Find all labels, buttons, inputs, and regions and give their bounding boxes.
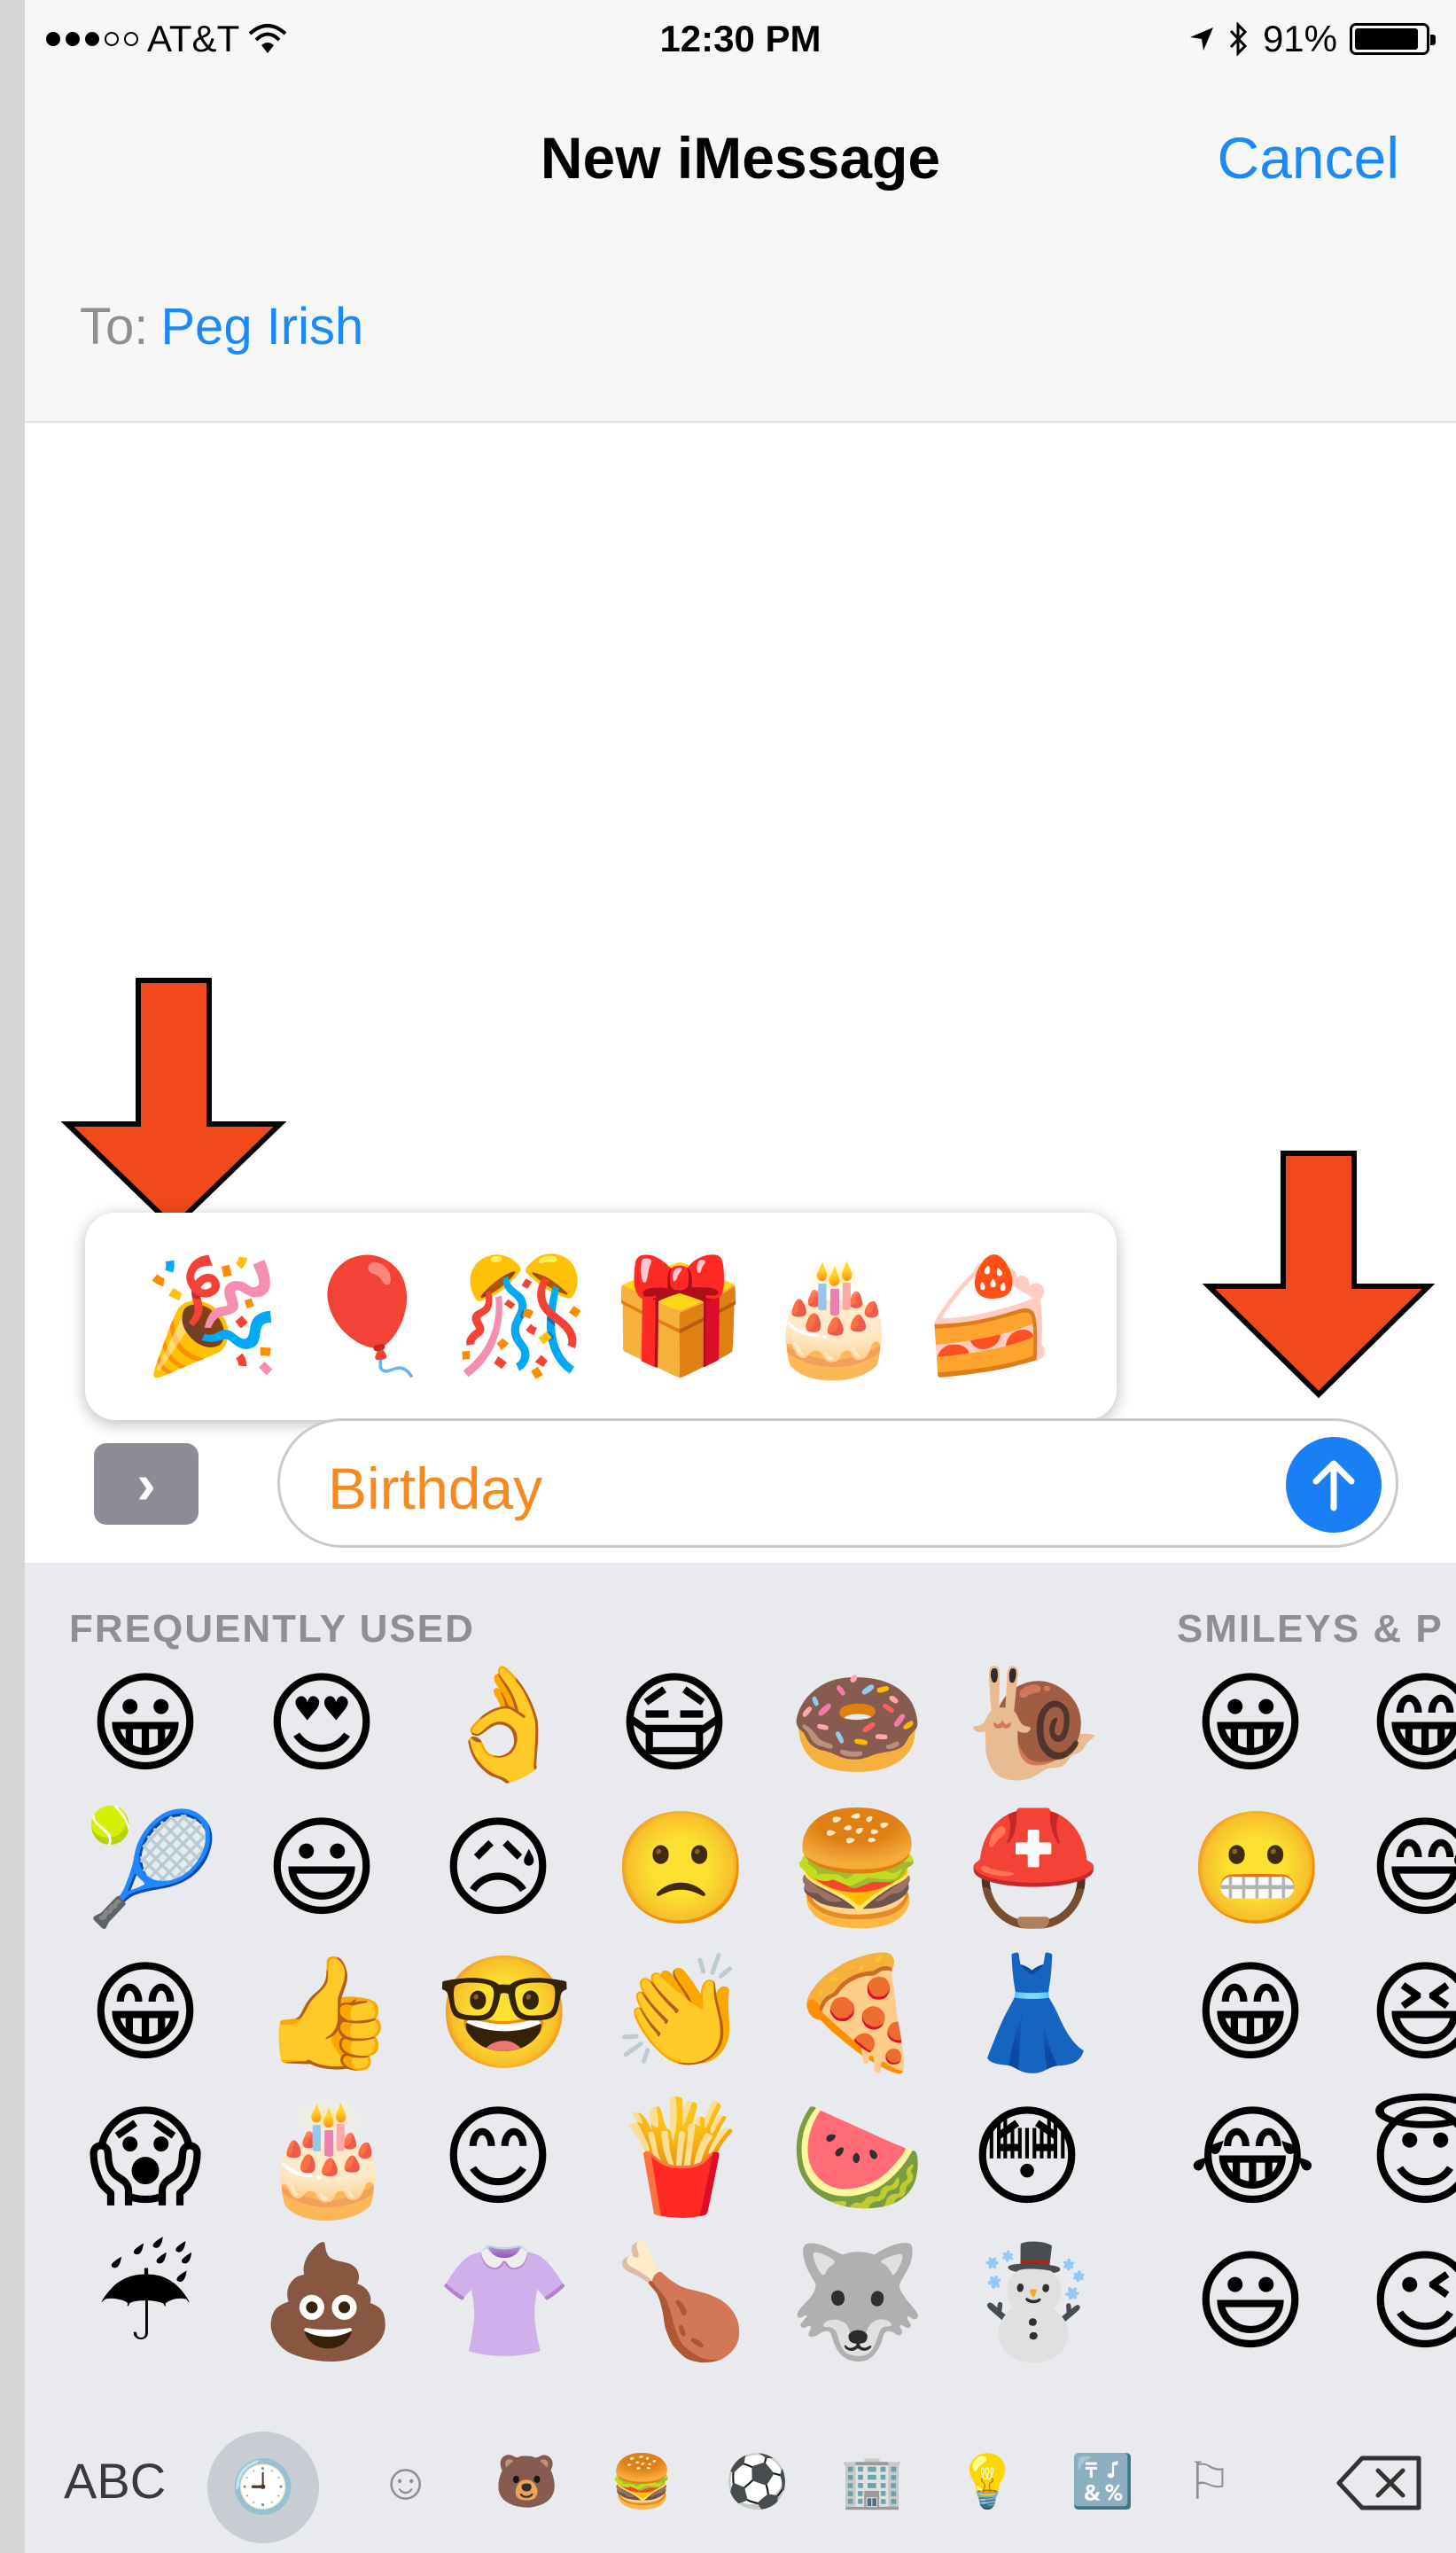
frequent-emoji-key[interactable]: 😀 bbox=[83, 1669, 207, 1779]
recent-tab-clock-icon[interactable]: 🕘 bbox=[207, 2432, 319, 2543]
recipient-name[interactable]: Peg Irish bbox=[160, 298, 363, 355]
smiley-emoji-key[interactable]: 😅 bbox=[1363, 1814, 1456, 1924]
frequent-emoji-key[interactable]: 🍩 bbox=[789, 1669, 925, 1779]
send-button[interactable] bbox=[1286, 1437, 1382, 1533]
frequent-emoji-key[interactable]: 🍕 bbox=[789, 1958, 925, 2068]
frequent-emoji-key[interactable]: 😷 bbox=[612, 1669, 736, 1779]
suggestion-party-popper[interactable]: 🎉 bbox=[143, 1261, 282, 1372]
smiley-emoji-key[interactable]: 😇 bbox=[1363, 2103, 1456, 2213]
frequent-emoji-key[interactable]: 😊 bbox=[436, 2103, 560, 2213]
header-area: AT&T 12:30 PM 91% New iMessage Cancel To… bbox=[25, 0, 1456, 423]
frequent-emoji-key[interactable]: 👍 bbox=[260, 1958, 396, 2068]
frequent-emoji-key[interactable]: 😱 bbox=[83, 2103, 207, 2213]
symbols-tab-icon[interactable]: 🔣 bbox=[1071, 2456, 1134, 2508]
smiley-emoji-key[interactable]: 😆 bbox=[1363, 1958, 1456, 2068]
food-tab-icon[interactable]: 🍔 bbox=[610, 2456, 673, 2508]
objects-tab-icon[interactable]: 💡 bbox=[955, 2456, 1019, 2508]
frequent-emoji-key[interactable]: 😍 bbox=[260, 1669, 384, 1779]
smiley-emoji-key[interactable]: 😂 bbox=[1188, 2103, 1317, 2213]
to-field[interactable]: To: Peg Irish bbox=[80, 297, 363, 356]
frequent-emoji-key[interactable]: 🍟 bbox=[612, 2103, 749, 2213]
suggestion-gift[interactable]: 🎁 bbox=[609, 1261, 748, 1372]
frequent-emoji-key[interactable]: 🍔 bbox=[789, 1814, 925, 1924]
smileys-tab-icon[interactable]: ☺ bbox=[379, 2456, 432, 2508]
status-right: 91% bbox=[1188, 18, 1436, 60]
smiley-emoji-key[interactable]: 😉 bbox=[1363, 2247, 1456, 2357]
battery-icon bbox=[1350, 23, 1436, 55]
frequent-emoji-key[interactable]: 🙁 bbox=[612, 1814, 749, 1924]
cancel-button[interactable]: Cancel bbox=[1218, 124, 1399, 191]
activity-tab-icon[interactable]: ⚽ bbox=[725, 2456, 789, 2508]
travel-tab-icon[interactable]: 🏢 bbox=[840, 2456, 904, 2508]
flags-tab-icon[interactable]: ⚐ bbox=[1186, 2456, 1232, 2508]
frequent-emoji-key[interactable]: 🐺 bbox=[789, 2247, 925, 2357]
message-input[interactable]: Birthday bbox=[277, 1418, 1398, 1548]
arrow-annotation-right bbox=[1202, 1151, 1436, 1399]
animals-tab-icon[interactable]: 🐻 bbox=[494, 2456, 558, 2508]
frequent-emoji-key[interactable]: 👏 bbox=[612, 1958, 749, 2068]
to-label: To: bbox=[80, 298, 149, 355]
smiley-emoji-key[interactable]: 😬 bbox=[1188, 1814, 1325, 1924]
emoji-keyboard: FREQUENTLY USED SMILEYS & P 😀 😍 👌 😷 🍩 🐌 🎾 😃 😥 🙁 🍔 ⛑… bbox=[25, 1563, 1456, 2553]
smiley-emoji-key[interactable]: 😀 bbox=[1188, 1669, 1312, 1779]
keyboard-bottom-bar: ABC 🕘 ☺ 🐻 🍔 ⚽ 🏢 💡 🔣 ⚐ bbox=[25, 2423, 1456, 2553]
smiley-emoji-key[interactable]: 😁 bbox=[1363, 1669, 1456, 1779]
frequent-emoji-key[interactable]: 🍉 bbox=[789, 2103, 925, 2213]
suggestion-birthday-cake[interactable]: 🎂 bbox=[765, 1261, 904, 1372]
message-input-text: Birthday bbox=[328, 1456, 543, 1521]
frequent-emoji-key[interactable]: ⛑️ bbox=[965, 1814, 1102, 1924]
frequent-emoji-key[interactable]: 👌 bbox=[436, 1669, 572, 1779]
frequent-emoji-key[interactable]: 😁 bbox=[83, 1958, 207, 2068]
suggestion-shortcake[interactable]: 🍰 bbox=[920, 1261, 1059, 1372]
abc-key[interactable]: ABC bbox=[64, 2456, 166, 2506]
delete-key-icon[interactable] bbox=[1335, 2455, 1424, 2511]
bluetooth-icon bbox=[1229, 21, 1248, 57]
frequent-emoji-key[interactable]: 🤓 bbox=[436, 1958, 572, 2068]
battery-percent: 91% bbox=[1262, 18, 1337, 59]
emoji-suggestions: 🎉 🎈 🎊 🎁 🎂 🍰 bbox=[85, 1213, 1117, 1420]
frequent-emoji-key[interactable]: ☃️ bbox=[965, 2247, 1102, 2357]
frequent-emoji-key[interactable]: 💩 bbox=[260, 2247, 396, 2357]
frequent-emoji-key[interactable]: 👚 bbox=[436, 2247, 572, 2357]
arrow-up-icon bbox=[1312, 1460, 1355, 1511]
frequent-emoji-key[interactable]: 😳 bbox=[965, 2103, 1089, 2213]
frequent-emoji-key[interactable]: ☔ bbox=[83, 2247, 207, 2357]
section-smileys: SMILEYS & P bbox=[1177, 1607, 1444, 1651]
suggestion-balloon[interactable]: 🎈 bbox=[299, 1261, 438, 1372]
frequent-emoji-key[interactable]: 🎂 bbox=[260, 2103, 396, 2213]
frequent-emoji-key[interactable]: 😥 bbox=[436, 1814, 560, 1924]
frequent-emoji-key[interactable]: 😃 bbox=[260, 1814, 384, 1924]
status-bar: AT&T 12:30 PM 91% bbox=[25, 0, 1456, 80]
frequent-emoji-key[interactable]: 🍗 bbox=[612, 2247, 749, 2357]
frequent-emoji-key[interactable]: 🐌 bbox=[965, 1669, 1102, 1779]
frequent-emoji-key[interactable]: 👗 bbox=[965, 1958, 1102, 2068]
battery-fill bbox=[1355, 28, 1418, 50]
suggestion-confetti-ball[interactable]: 🎊 bbox=[454, 1261, 593, 1372]
smiley-emoji-key[interactable]: 😁 bbox=[1188, 1958, 1312, 2068]
phone-screen: AT&T 12:30 PM 91% New iMessage Cancel To… bbox=[25, 0, 1456, 2553]
expand-apps-button[interactable]: › bbox=[94, 1443, 199, 1525]
location-arrow-icon bbox=[1189, 27, 1213, 51]
frequent-emoji-key[interactable]: 🎾 bbox=[83, 1814, 220, 1924]
section-frequently-used: FREQUENTLY USED bbox=[69, 1607, 475, 1651]
smiley-emoji-key[interactable]: 😃 bbox=[1188, 2247, 1312, 2357]
arrow-annotation-left bbox=[60, 978, 287, 1231]
